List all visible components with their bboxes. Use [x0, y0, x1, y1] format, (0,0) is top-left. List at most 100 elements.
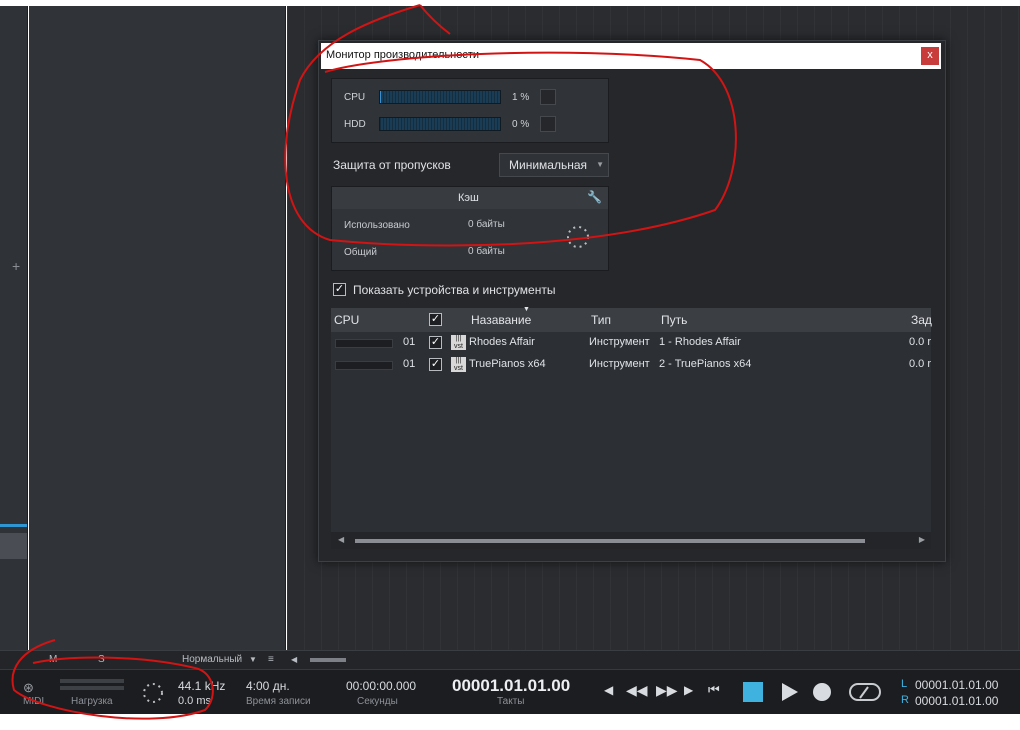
- chevron-down-icon[interactable]: ▼: [249, 655, 257, 664]
- performance-monitor-dialog: Монитор производительности x CPU 1 % HDD…: [318, 40, 946, 562]
- record-icon[interactable]: [812, 682, 832, 702]
- cpu-usage-bar: [335, 361, 393, 370]
- return-to-start-icon[interactable]: ⏮: [708, 682, 720, 698]
- load-meter: [60, 679, 124, 683]
- load-label[interactable]: Нагрузка: [71, 696, 113, 707]
- meters-panel: CPU 1 % HDD 0 %: [331, 78, 609, 143]
- cache-used-label: Использовано: [344, 220, 410, 231]
- selection-highlight: [0, 524, 27, 527]
- column-delay[interactable]: Зад: [911, 313, 932, 327]
- rewind-icon[interactable]: ◀◀: [626, 682, 648, 699]
- fast-forward-icon[interactable]: ▶▶: [656, 682, 678, 699]
- column-cpu[interactable]: CPU: [334, 313, 359, 327]
- show-devices-checkbox[interactable]: ✓: [333, 283, 346, 296]
- record-time: 4:00 дн.: [246, 679, 290, 693]
- dropout-protection-select[interactable]: Минимальная ▼: [499, 153, 609, 177]
- loop-right-label: R: [901, 694, 909, 706]
- loading-icon: [143, 683, 163, 703]
- seconds-display[interactable]: 00:00:00.000: [346, 679, 416, 693]
- hdd-value: 0 %: [512, 119, 530, 130]
- transport-bar: ⊛ MIDI Нагрузка 44.1 kHz 0.0 ms 4:00 дн.…: [0, 669, 1020, 715]
- next-marker-icon[interactable]: ▶: [684, 683, 693, 697]
- track-slot[interactable]: [0, 533, 27, 559]
- table-row[interactable]: 01 ✓ ||| vst TruePianos x64 Инструмент 2 …: [331, 354, 931, 376]
- show-devices-label: Показать устройства и инструменты: [353, 283, 556, 297]
- column-path[interactable]: Путь: [661, 313, 687, 327]
- cpu-meter: [379, 90, 501, 104]
- row-type: Инструмент: [589, 358, 650, 370]
- row-name: Rhodes Affair: [469, 336, 535, 348]
- row-enable-checkbox[interactable]: ✓: [429, 336, 442, 349]
- table-row[interactable]: 01 ✓ ||| vst Rhodes Affair Инструмент 1 -…: [331, 332, 931, 354]
- chevron-down-icon: ▼: [596, 160, 604, 169]
- row-path: 1 - Rhodes Affair: [659, 336, 741, 348]
- row-enable-checkbox[interactable]: ✓: [429, 358, 442, 371]
- solo-button[interactable]: S: [98, 654, 105, 665]
- bars-display[interactable]: 00001.01.01.00: [452, 676, 570, 696]
- loop-left-label: L: [901, 678, 908, 690]
- row-delay: 0.0 r: [909, 358, 931, 370]
- devices-table-header: CPU ✓ Назавание ▼ Тип Путь Зад: [331, 306, 932, 332]
- cpu-value: 1 %: [512, 92, 530, 103]
- loop-left-time[interactable]: 00001.01.01.00: [915, 678, 998, 692]
- add-icon[interactable]: +: [12, 258, 20, 274]
- sort-indicator-icon: ▼: [523, 306, 530, 313]
- horizontal-scrollbar[interactable]: ◀ ▶: [331, 532, 931, 549]
- track-footer-bar: M S Нормальный ▼ ≡ ◀: [0, 650, 1020, 669]
- sample-rate: 44.1 kHz: [178, 679, 226, 693]
- row-number: 01: [403, 336, 416, 348]
- bottom-margin: [0, 714, 1020, 730]
- dialog-title: Монитор производительности: [326, 49, 480, 61]
- zoom-slider[interactable]: [310, 658, 346, 662]
- bars-label: Такты: [497, 696, 525, 707]
- loop-right-time[interactable]: 00001.01.01.00: [915, 694, 998, 708]
- record-time-label: Время записи: [246, 696, 311, 707]
- hdd-peak-indicator[interactable]: [540, 116, 556, 132]
- cpu-meter-fill: [380, 91, 382, 103]
- cpu-peak-indicator[interactable]: [540, 89, 556, 105]
- scrollbar-thumb[interactable]: [355, 539, 865, 543]
- cpu-usage-bar: [335, 339, 393, 348]
- cache-header: Кэш 🔧: [332, 187, 608, 209]
- cache-panel: Кэш 🔧 Использовано 0 байты Общий 0 байты: [331, 186, 609, 271]
- scroll-left-icon[interactable]: ◀: [338, 535, 344, 544]
- devices-table-body: 01 ✓ ||| vst Rhodes Affair Инструмент 1 -…: [331, 332, 931, 532]
- previous-marker-icon[interactable]: ◀: [604, 683, 613, 697]
- cache-total-label: Общий: [344, 247, 377, 258]
- instrument-icon: ||| vst: [451, 335, 466, 350]
- play-icon[interactable]: [780, 682, 800, 702]
- stop-button[interactable]: [743, 682, 763, 702]
- mute-button[interactable]: M: [49, 654, 57, 665]
- row-path: 2 - TruePianos x64: [659, 358, 752, 370]
- column-name[interactable]: Назавание: [471, 313, 531, 327]
- cache-title: Кэш: [458, 192, 479, 204]
- close-button[interactable]: x: [921, 47, 939, 65]
- wrench-icon[interactable]: 🔧: [587, 190, 602, 204]
- scroll-left-icon[interactable]: ◀: [291, 655, 297, 664]
- dropout-protection-label: Защита от пропусков: [333, 158, 451, 172]
- view-mode-select[interactable]: Нормальный: [182, 654, 242, 665]
- row-name: TruePianos x64: [469, 358, 546, 370]
- hdd-meter: [379, 117, 501, 131]
- midi-label: MIDI: [23, 696, 45, 707]
- left-inspector-strip: +: [0, 6, 28, 650]
- row-number: 01: [403, 358, 416, 370]
- column-type[interactable]: Тип: [591, 313, 611, 327]
- dropout-protection-value: Минимальная: [509, 158, 588, 172]
- cache-loading-icon: [567, 226, 589, 248]
- seconds-label: Секунды: [357, 696, 398, 707]
- list-icon[interactable]: ≡: [268, 654, 274, 665]
- midi-icon: ⊛: [23, 680, 34, 695]
- header-enable-checkbox[interactable]: ✓: [429, 313, 442, 326]
- cache-used-value: 0 байты: [468, 219, 505, 230]
- row-type: Инструмент: [589, 336, 650, 348]
- loop-icon[interactable]: [848, 681, 882, 703]
- instrument-icon: ||| vst: [451, 357, 466, 372]
- load-meter-2: [60, 686, 124, 690]
- track-list-panel: [29, 6, 286, 650]
- scroll-right-icon[interactable]: ▶: [919, 535, 925, 544]
- row-delay: 0.0 r: [909, 336, 931, 348]
- dialog-titlebar[interactable]: Монитор производительности x: [321, 43, 941, 69]
- hdd-label: HDD: [344, 119, 366, 130]
- cache-total-value: 0 байты: [468, 246, 505, 257]
